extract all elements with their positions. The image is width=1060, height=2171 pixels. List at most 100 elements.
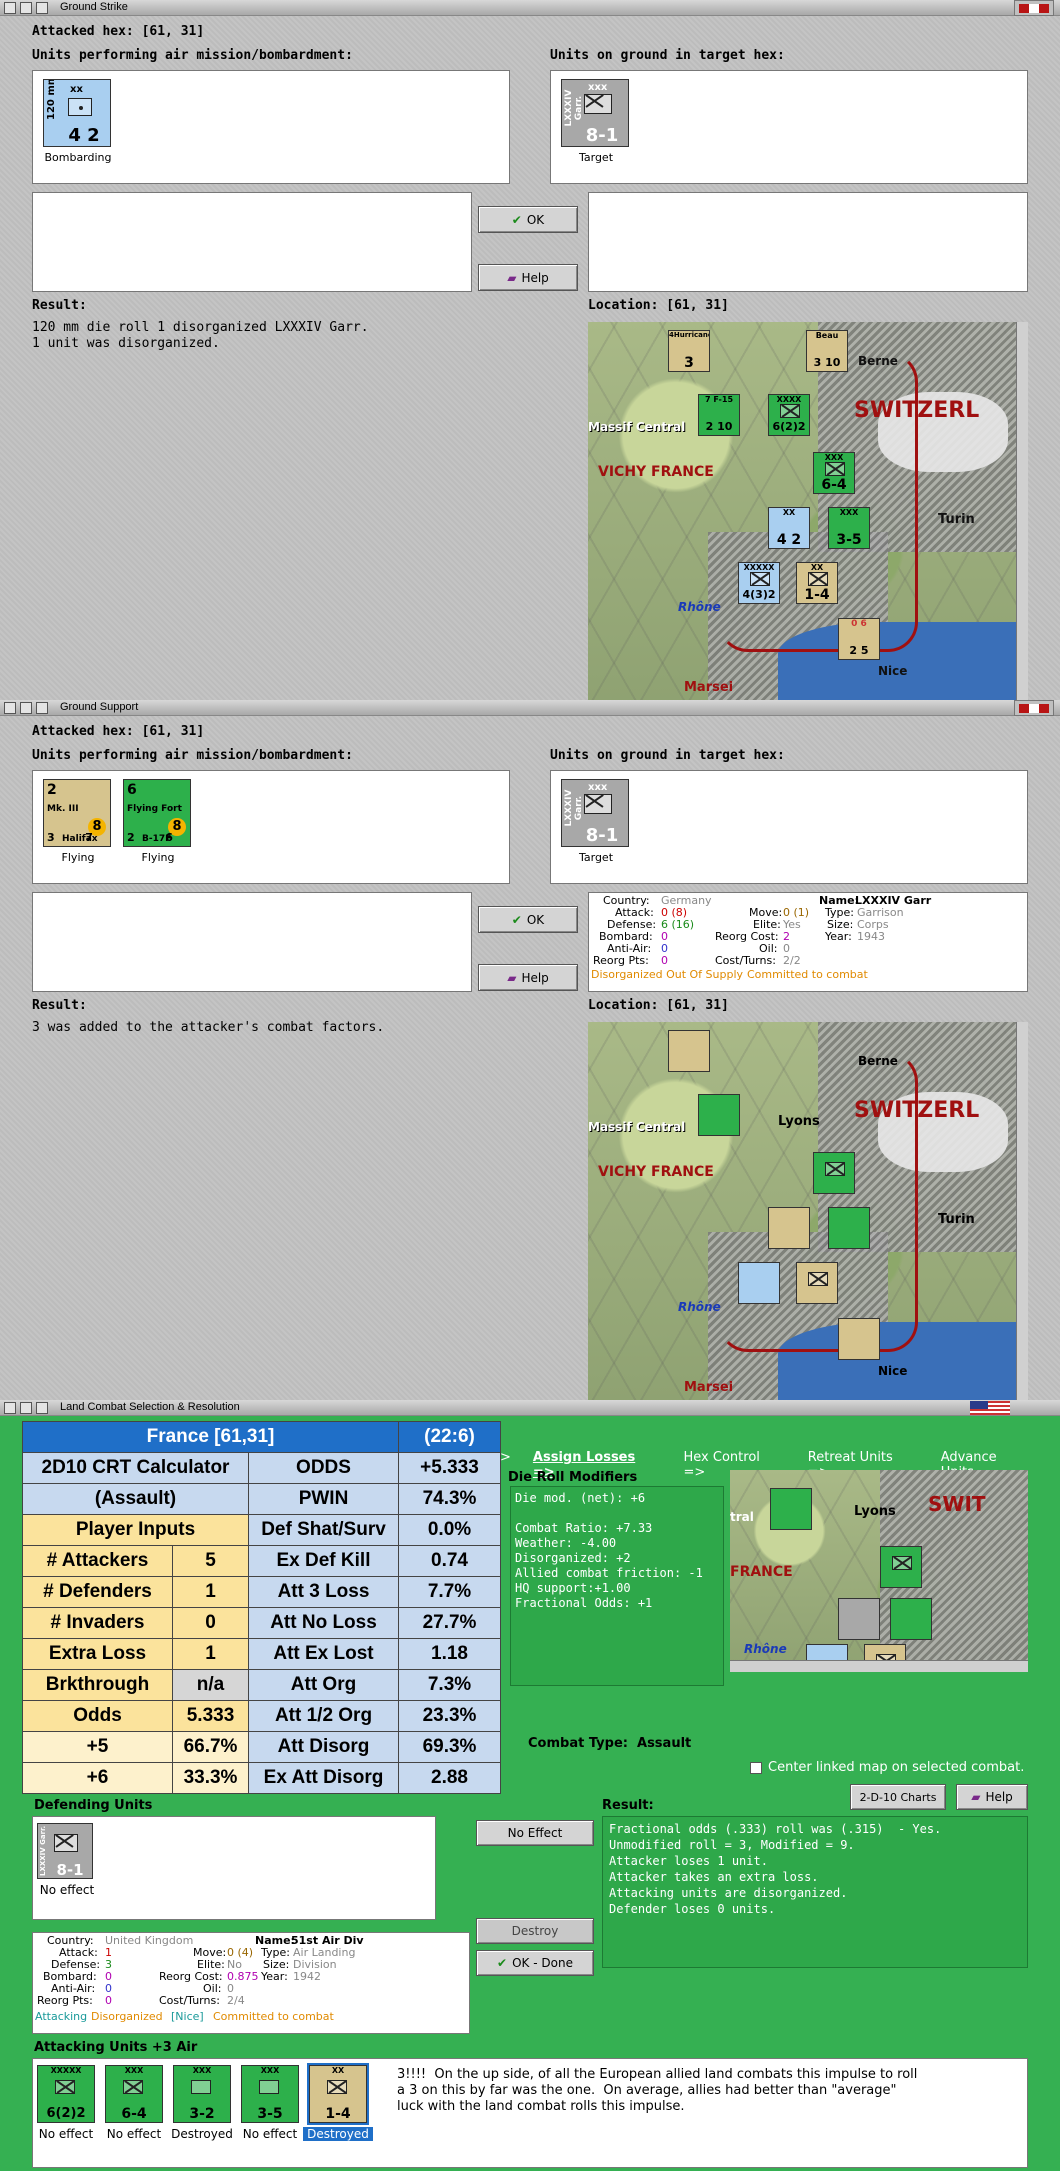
map-counter[interactable]: Beau 3 10 xyxy=(806,330,848,372)
no-effect-button[interactable]: No Effect xyxy=(476,1820,594,1846)
map-counter[interactable] xyxy=(880,1546,922,1588)
die-roll-title: Die Roll Modifiers xyxy=(508,1470,638,1485)
destroy-button[interactable]: Destroy xyxy=(476,1918,594,1944)
map-label-switzerland: SWITZERL xyxy=(854,1098,980,1123)
map-label-switzerland: SWIT xyxy=(928,1492,986,1516)
crt-cell: 7.7% xyxy=(398,1576,501,1608)
crt-charts-button[interactable]: 2-D-10 Charts xyxy=(850,1784,946,1810)
unit-counter[interactable]: 120 mm xx 4 2 xyxy=(43,79,111,147)
tab-retreat-units[interactable]: Retreat Units => xyxy=(808,1450,919,1480)
map-counter[interactable]: XXX 6-4 xyxy=(813,452,855,494)
center-map-option[interactable]: Center linked map on selected combat. xyxy=(750,1760,1024,1775)
crt-input[interactable]: 0 xyxy=(172,1607,249,1639)
window-menu-icon[interactable] xyxy=(4,702,16,714)
crt-cell: 2D10 CRT Calculator xyxy=(22,1452,249,1484)
map-counter[interactable] xyxy=(668,1030,710,1072)
target-counter[interactable]: LXXXIV Garr. xxx 8-1 xyxy=(561,779,629,847)
maximize-icon[interactable] xyxy=(36,1402,48,1414)
air-name: B-17F xyxy=(142,834,172,844)
attacker-counter-selected[interactable]: XX 1-4 xyxy=(307,2063,369,2125)
map-h-scrollbar[interactable] xyxy=(730,1660,1028,1672)
map-counter[interactable]: XX 1-4 xyxy=(796,562,838,604)
crt-input[interactable]: 1 xyxy=(172,1638,249,1670)
crt-cell: 33.3% xyxy=(172,1762,249,1794)
reorg-pts-value: 0 xyxy=(105,1994,112,2007)
map-counter[interactable]: 0 6 2 5 xyxy=(838,618,880,660)
attacker-counter[interactable]: XXX 3-2 xyxy=(173,2065,231,2123)
map-counter[interactable] xyxy=(796,1262,838,1304)
window-title: Ground Strike xyxy=(60,1,128,13)
map-counter[interactable] xyxy=(768,1207,810,1249)
maximize-icon[interactable] xyxy=(36,2,48,14)
help-button[interactable]: ▰ Help xyxy=(956,1784,1028,1810)
defender-counter[interactable]: LXXXIV Garr. 8-1 xyxy=(37,1823,93,1879)
unit-info-panel: Country: Germany Name: LXXXIV Garr Attack:… xyxy=(588,892,1028,992)
location-status: [Nice] xyxy=(171,2010,204,2023)
crt-cell: 0.0% xyxy=(398,1514,501,1546)
map-counter[interactable] xyxy=(838,1598,880,1640)
help-button[interactable]: ▰ Help xyxy=(478,964,578,991)
map-counter[interactable] xyxy=(890,1598,932,1640)
window-title: Land Combat Selection & Resolution xyxy=(60,1401,240,1413)
center-map-checkbox[interactable] xyxy=(750,1761,762,1774)
check-icon: ✔ xyxy=(497,1956,508,1970)
tab-prev[interactable]: > xyxy=(500,1450,511,1470)
attacker-counter[interactable]: XXXXX 6(2)2 xyxy=(37,2065,95,2123)
infantry-symbol-icon xyxy=(808,1272,828,1286)
tab-advance-units[interactable]: Advance Units xyxy=(941,1450,1034,1480)
target-status: Target xyxy=(578,851,614,864)
crt-input[interactable]: 1 xyxy=(172,1576,249,1608)
map-counter[interactable] xyxy=(813,1152,855,1194)
counter-top: Beau xyxy=(815,331,839,340)
attacker-size: XXX xyxy=(124,2066,144,2075)
tab-hex-control[interactable]: Hex Control => xyxy=(684,1450,786,1480)
ok-done-button[interactable]: ✔ OK - Done xyxy=(476,1950,594,1976)
air-mid: Mk. III xyxy=(47,804,79,814)
ok-button[interactable]: ✔ OK xyxy=(478,206,578,233)
map-view[interactable]: Berne Massif Central SWITZERL VICHY FRAN… xyxy=(588,322,1028,700)
map-counter[interactable] xyxy=(828,1207,870,1249)
air-unit-counter[interactable]: 2 Mk. III 8 3 7 Halifax xyxy=(43,779,111,847)
crt-calculator-table: France [61,31] (22:6) 2D10 CRT Calculato… xyxy=(22,1421,501,1794)
armor-symbol-icon xyxy=(191,2080,211,2094)
crt-cell: Def Shat/Surv xyxy=(248,1514,399,1546)
map-counter[interactable]: XXXX 6(2)2 xyxy=(768,394,810,436)
result-label: Result: xyxy=(602,1798,654,1813)
map-counter[interactable]: XXXXX 4(3)2 xyxy=(738,562,780,604)
map-counter[interactable] xyxy=(770,1488,812,1530)
attacker-counter[interactable]: XXX 3-5 xyxy=(241,2065,299,2123)
map-scrollbar[interactable] xyxy=(1016,322,1028,700)
minimize-icon[interactable] xyxy=(20,2,32,14)
minimize-icon[interactable] xyxy=(20,702,32,714)
map-scrollbar[interactable] xyxy=(1016,1022,1028,1400)
combat-map[interactable]: Lyons SWIT FRANCE Rhône tral xyxy=(730,1470,1028,1672)
map-counter[interactable]: XX 4 2 xyxy=(768,507,810,549)
center-map-label: Center linked map on selected combat. xyxy=(768,1760,1025,1775)
air-unit-counter[interactable]: 6 Flying Fort 8 2 6 B-17F xyxy=(123,779,191,847)
map-counter[interactable]: 7 F-15 2 10 xyxy=(698,394,740,436)
minimize-icon[interactable] xyxy=(20,1402,32,1414)
map-counter[interactable] xyxy=(738,1262,780,1304)
attacker-counter[interactable]: XXX 6-4 xyxy=(105,2065,163,2123)
map-view[interactable]: Berne Lyons Massif Central SWITZERL VICH… xyxy=(588,1022,1028,1400)
crt-cell: (Assault) xyxy=(22,1483,249,1515)
ok-button[interactable]: ✔ OK xyxy=(478,906,578,933)
cost-turns-label: Cost/Turns: xyxy=(159,1994,220,2007)
window-menu-icon[interactable] xyxy=(4,1402,16,1414)
map-counter[interactable] xyxy=(838,1318,880,1360)
target-counter[interactable]: LXXXIV Garr. xxx 8-1 xyxy=(561,79,629,147)
crt-input[interactable]: 5 xyxy=(172,1545,249,1577)
maximize-icon[interactable] xyxy=(36,702,48,714)
window-menu-icon[interactable] xyxy=(4,2,16,14)
map-label-turin: Turin xyxy=(938,1212,975,1227)
map-counter[interactable]: 4Hurricane 3 xyxy=(668,330,710,372)
map-counter[interactable] xyxy=(698,1094,740,1136)
tab-assign-losses[interactable]: Assign Losses => xyxy=(533,1450,662,1480)
help-button[interactable]: ▰ Help xyxy=(478,264,578,291)
unit-status-text: Disorganized Out Of Supply xyxy=(591,968,744,981)
map-counter[interactable]: XXX 3-5 xyxy=(828,507,870,549)
ground-units-label: Units on ground in target hex: xyxy=(550,748,785,763)
cost-turns-value: 2/2 xyxy=(783,954,801,967)
crt-cell: 5.333 xyxy=(172,1700,249,1732)
result-text: 120 mm die roll 1 disorganized LXXXIV Ga… xyxy=(32,320,369,351)
